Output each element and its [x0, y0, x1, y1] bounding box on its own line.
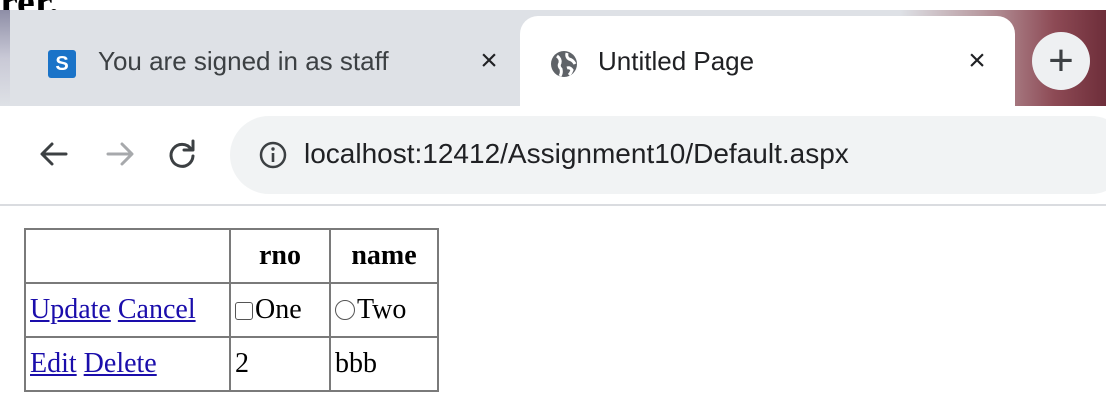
tab-title: You are signed in as staff — [98, 46, 389, 76]
new-tab-button[interactable]: + — [1032, 32, 1090, 90]
s-logo-icon: S — [48, 50, 76, 78]
close-icon[interactable]: × — [474, 44, 504, 78]
header-row: rno name — [24, 228, 439, 284]
info-icon[interactable] — [258, 140, 288, 170]
globe-icon — [550, 50, 578, 78]
edit-row: Update Cancel One Two — [24, 282, 439, 338]
back-button[interactable] — [34, 134, 74, 174]
records-grid: rno name Update Cancel One Two Edit Dele… — [24, 228, 439, 392]
forward-button[interactable] — [100, 134, 140, 174]
rno-option-label: One — [255, 294, 302, 325]
close-icon[interactable]: × — [962, 44, 992, 78]
table-row: Edit Delete 2 bbb — [24, 336, 439, 392]
arrow-right-icon — [106, 142, 134, 166]
tab-strip: S You are signed in as staff × Untitled … — [0, 10, 1106, 106]
rno-checkbox[interactable] — [235, 302, 253, 320]
header-cell-rno: rno — [229, 228, 331, 284]
page-heading-fragment: rer. — [0, 0, 1106, 10]
delete-link[interactable]: Delete — [84, 348, 157, 379]
cancel-link[interactable]: Cancel — [118, 294, 196, 325]
name-option-label: Two — [357, 294, 407, 325]
name-cell: bbb — [329, 336, 439, 392]
row-actions-cell: Edit Delete — [24, 336, 231, 392]
rno-cell: 2 — [229, 336, 331, 392]
browser-toolbar: localhost:12412/Assignment10/Default.asp… — [0, 106, 1106, 204]
edit-link[interactable]: Edit — [30, 348, 77, 379]
tab-untitled-page[interactable]: Untitled Page × — [520, 16, 1015, 106]
reload-icon — [169, 139, 195, 168]
name-radio[interactable] — [335, 300, 355, 320]
heading-text: rer. — [0, 0, 59, 10]
page-content: rno name Update Cancel One Two Edit Dele… — [0, 206, 1106, 404]
arrow-left-icon — [40, 142, 68, 166]
address-text[interactable]: localhost:12412/Assignment10/Default.asp… — [304, 138, 849, 170]
reload-button[interactable] — [162, 134, 202, 174]
rno-edit-cell: One — [229, 282, 331, 338]
tab-title: Untitled Page — [598, 46, 755, 76]
address-bar[interactable]: localhost:12412/Assignment10/Default.asp… — [230, 116, 1106, 194]
name-edit-cell: Two — [329, 282, 439, 338]
update-link[interactable]: Update — [30, 294, 111, 325]
header-cell-actions — [24, 228, 231, 284]
header-cell-name: name — [329, 228, 439, 284]
edit-actions-cell: Update Cancel — [24, 282, 231, 338]
tab-strip-edge — [0, 10, 10, 106]
tab-signed-in[interactable]: S You are signed in as staff × — [10, 16, 520, 106]
